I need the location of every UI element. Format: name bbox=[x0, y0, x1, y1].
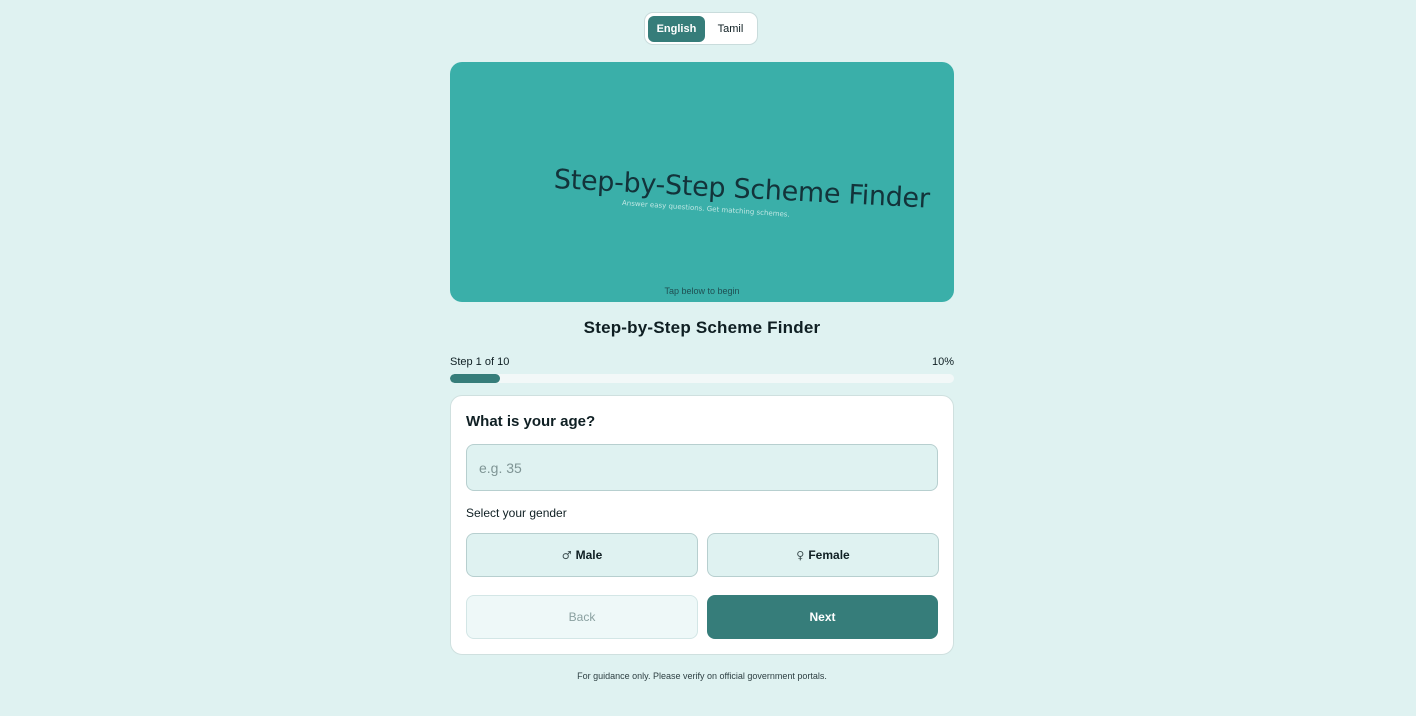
lang-option-english[interactable]: English bbox=[648, 15, 705, 42]
hero-hint: Tap below to begin bbox=[664, 286, 740, 296]
lang-option-tamil[interactable]: Tamil bbox=[707, 16, 754, 42]
progress-labels: Step 1 of 10 10% bbox=[450, 356, 954, 368]
language-toggle: English Tamil bbox=[644, 12, 758, 45]
footer-disclaimer: For guidance only. Please verify on offi… bbox=[577, 671, 827, 681]
progress-bar-fill bbox=[450, 374, 501, 383]
gender-male-label: Male bbox=[575, 548, 603, 562]
question-card: What is your age? Select your gender ♂ M… bbox=[450, 395, 954, 655]
progress-percent-label: 10% bbox=[931, 356, 954, 368]
back-button[interactable]: Back bbox=[466, 595, 698, 639]
hero-banner: Step-by-Step Scheme Finder Answer easy q… bbox=[450, 62, 954, 302]
gender-female-button[interactable]: ♀ Female bbox=[707, 533, 939, 577]
next-button[interactable]: Next bbox=[707, 595, 938, 639]
female-icon: ♀ bbox=[796, 548, 805, 562]
age-input[interactable] bbox=[466, 444, 938, 491]
progress-step-label: Step 1 of 10 bbox=[450, 356, 510, 368]
progress-bar bbox=[450, 374, 954, 383]
gender-label: Select your gender bbox=[466, 506, 567, 520]
page-title: Step-by-Step Scheme Finder bbox=[583, 318, 821, 337]
gender-male-button[interactable]: ♂ Male bbox=[466, 533, 698, 577]
male-icon: ♂ bbox=[561, 548, 572, 562]
question-title: What is your age? bbox=[466, 413, 596, 430]
gender-female-label: Female bbox=[808, 548, 850, 562]
